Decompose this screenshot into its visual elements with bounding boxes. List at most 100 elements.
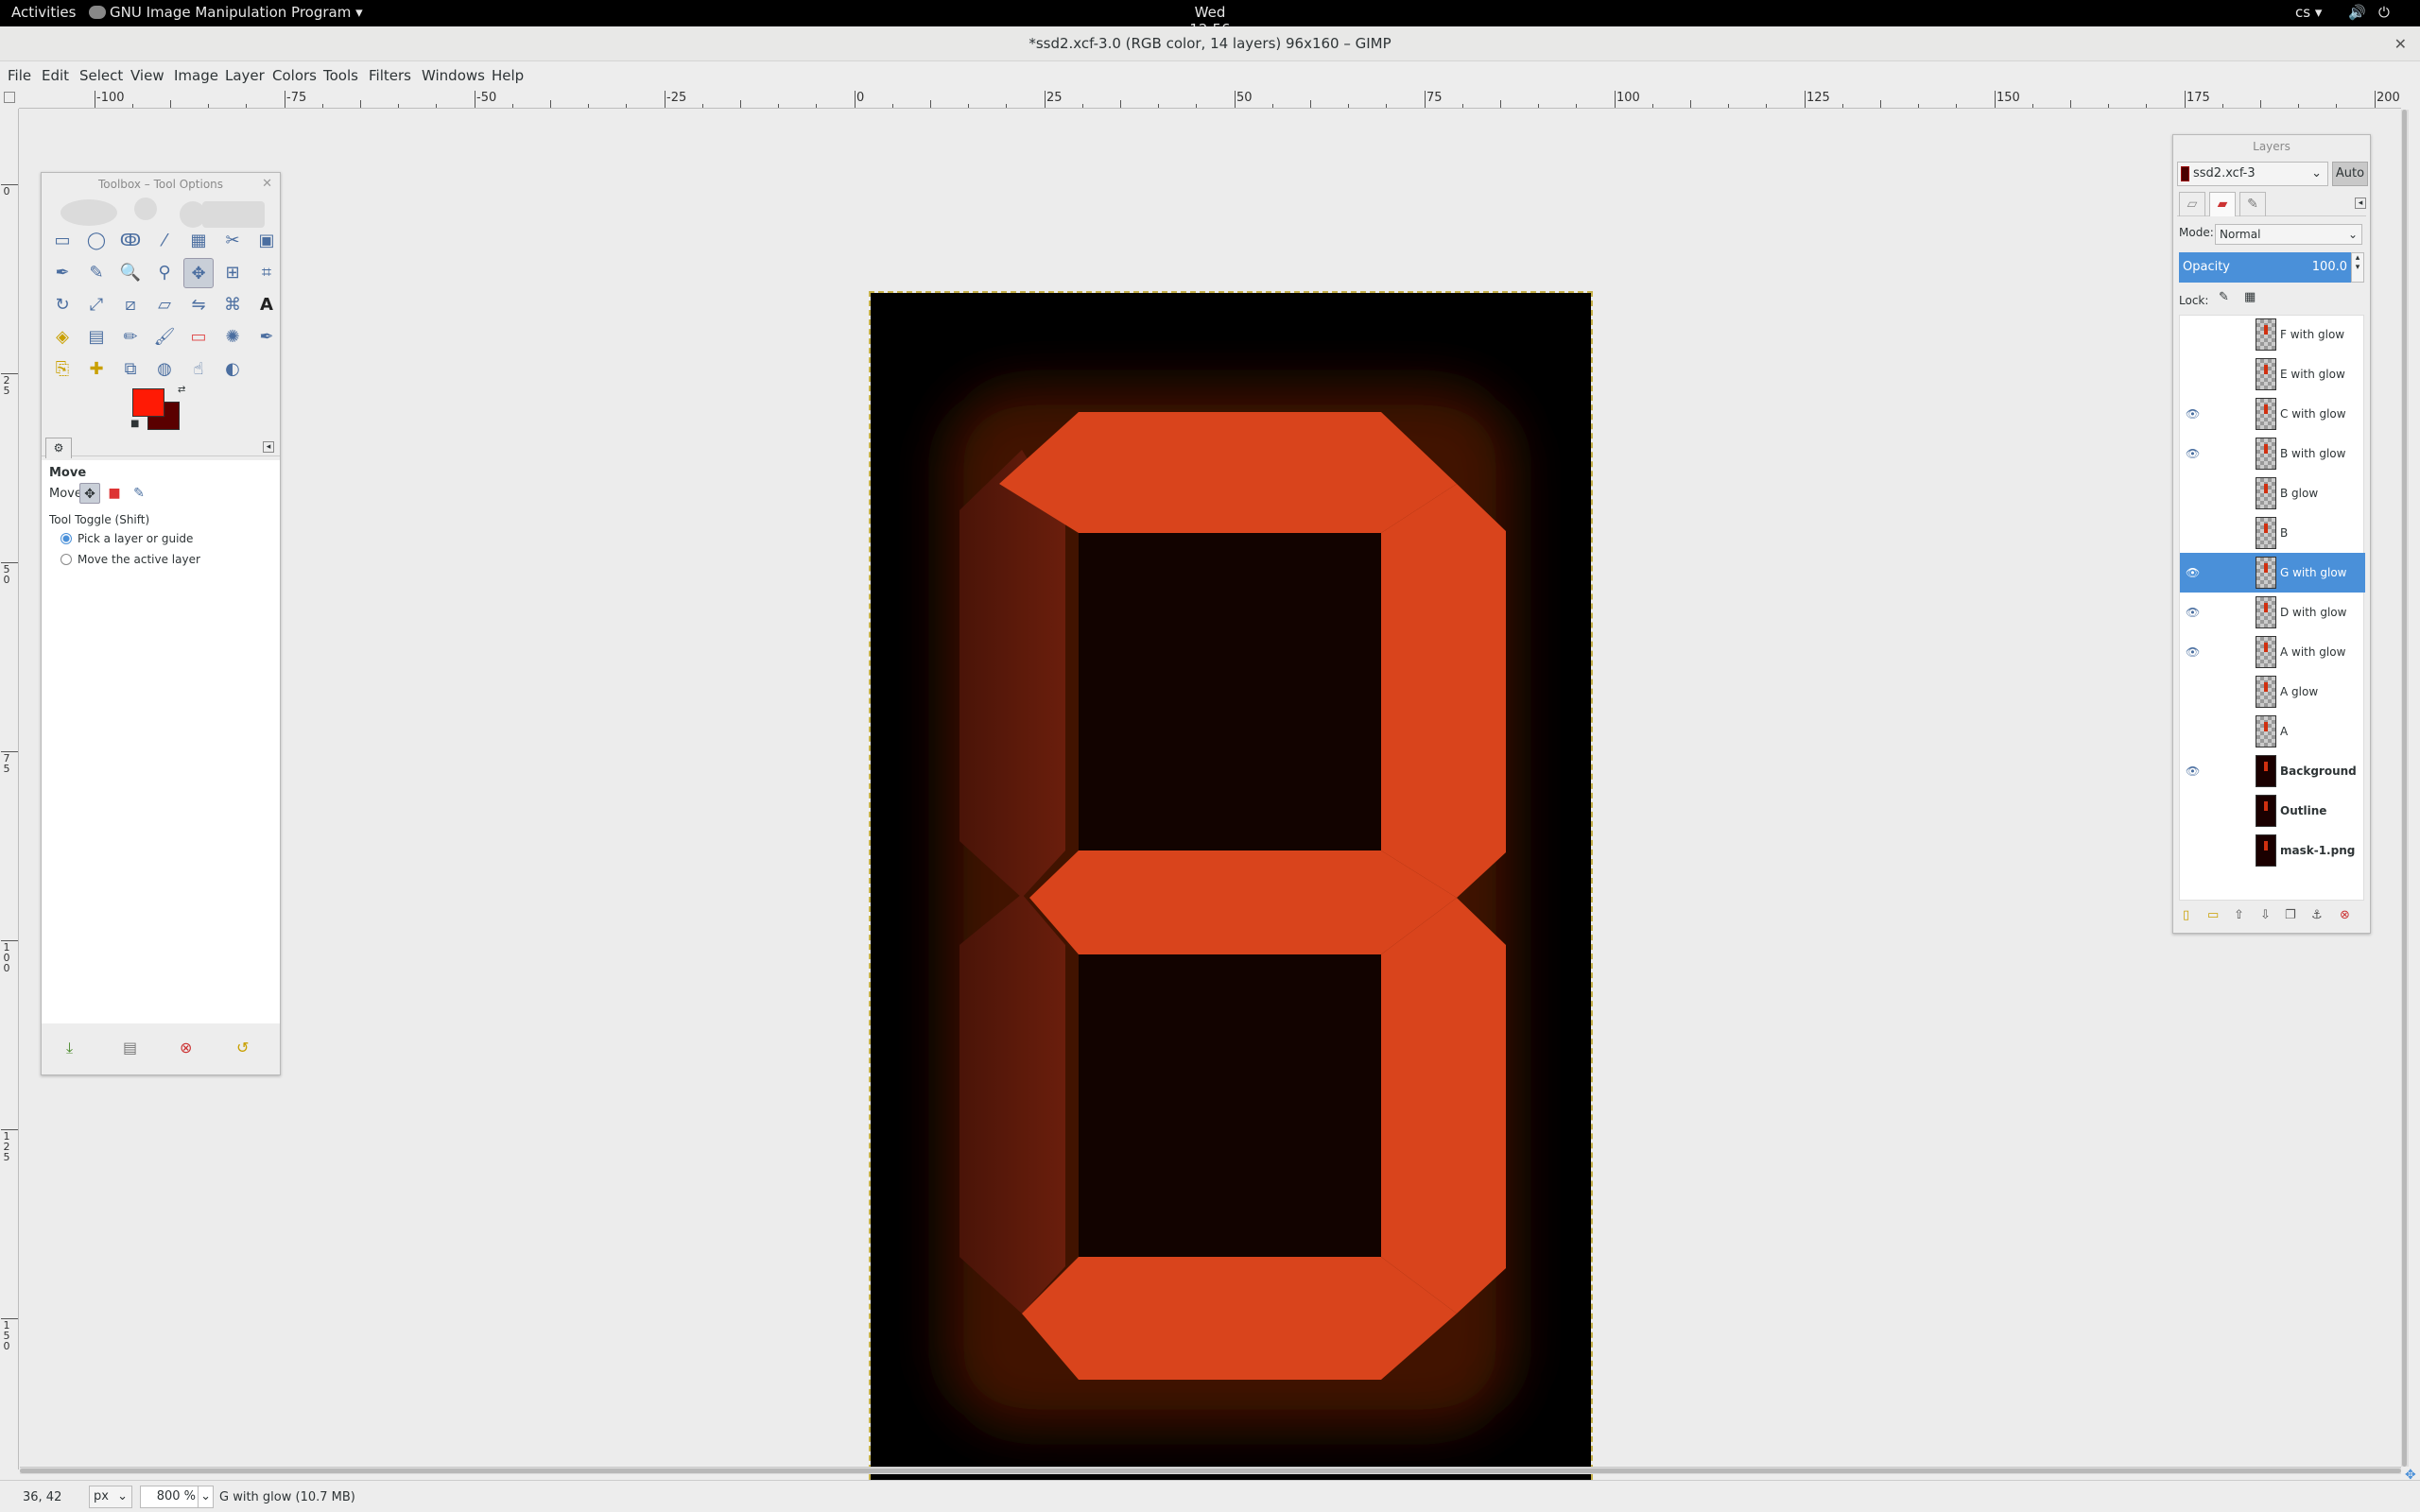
move-selection-mode-icon[interactable]: ■ <box>104 483 125 504</box>
menu-file[interactable]: File <box>8 67 31 84</box>
wilber-dropzone[interactable] <box>51 194 268 228</box>
layer-row[interactable]: Outline <box>2180 791 2365 831</box>
ink-icon[interactable]: ✒ <box>251 322 282 352</box>
tool-options-tab[interactable]: ⚙ <box>45 438 72 458</box>
perspective-clone-icon[interactable]: ⧉ <box>115 354 146 385</box>
toolbox-close-icon[interactable]: ✕ <box>262 177 272 191</box>
close-window-icon[interactable]: ✕ <box>2394 26 2407 61</box>
raise-layer-icon[interactable]: ⇧ <box>2234 908 2244 922</box>
opacity-spinner[interactable]: ▴ ▾ <box>2351 252 2364 283</box>
tab-channels-icon[interactable]: ▰ <box>2209 192 2236 216</box>
ellipse-select-icon[interactable]: ◯ <box>81 226 112 256</box>
mode-select[interactable]: Normal ⌄ <box>2215 224 2362 245</box>
new-group-icon[interactable]: ▭ <box>2207 908 2219 922</box>
visibility-eye-icon[interactable]: 👁 <box>2186 566 2201 579</box>
menu-edit[interactable]: Edit <box>42 67 69 84</box>
horizontal-scrollbar[interactable] <box>20 1467 2401 1474</box>
lock-alpha-icon[interactable]: ▦ <box>2244 290 2256 304</box>
scale-icon[interactable]: ⤢ <box>81 290 112 320</box>
shear-icon[interactable]: ⧄ <box>115 290 146 320</box>
volume-icon[interactable]: 🔊 <box>2348 4 2366 21</box>
unit-select[interactable]: px ⌄ <box>89 1486 132 1508</box>
duplicate-layer-icon[interactable]: ❐ <box>2285 908 2296 922</box>
airbrush-icon[interactable]: ✺ <box>217 322 248 352</box>
dock-config-icon[interactable]: ◂ <box>263 441 274 453</box>
eraser-icon[interactable]: ▭ <box>183 322 214 352</box>
delete-layer-icon[interactable]: ⊗ <box>2340 908 2350 922</box>
canvas-area[interactable]: Toolbox – Tool Options ✕ ▭ ◯ ↂ ⁄ ▦ ✂ ▣ ✒ ✎ 🔍 ⚲ ✥ ⊞ ⌗ ↻… <box>20 110 2401 1499</box>
layer-row[interactable]: B glow <box>2180 473 2365 513</box>
paths-icon[interactable]: ✒ <box>47 258 78 288</box>
layer-row[interactable]: A <box>2180 712 2365 751</box>
keyboard-layout[interactable]: cs ▾ <box>2295 4 2322 21</box>
heal-icon[interactable]: ✚ <box>81 354 112 385</box>
layer-row[interactable]: A glow <box>2180 672 2365 712</box>
menu-layer[interactable]: Layer <box>225 67 265 84</box>
layer-row[interactable]: mask-1.png <box>2180 831 2365 870</box>
default-colors-icon[interactable]: ■ <box>130 419 139 429</box>
pencil-icon[interactable]: ✏ <box>115 322 146 352</box>
move-path-mode-icon[interactable]: ✎ <box>129 483 149 504</box>
anchor-layer-icon[interactable]: ⚓ <box>2311 908 2323 922</box>
visibility-eye-icon[interactable]: 👁 <box>2186 765 2201 778</box>
menu-image[interactable]: Image <box>174 67 218 84</box>
measure-icon[interactable]: ⚲ <box>149 258 180 288</box>
vertical-scrollbar[interactable] <box>2401 110 2409 1467</box>
auto-button[interactable]: Auto <box>2332 162 2368 186</box>
visibility-eye-icon[interactable]: 👁 <box>2186 645 2201 659</box>
color-select-icon[interactable]: ▦ <box>183 226 214 256</box>
horizontal-scroll-thumb[interactable] <box>20 1469 2401 1473</box>
move-icon[interactable]: ✥ <box>183 258 214 288</box>
visibility-eye-icon[interactable]: 👁 <box>2186 407 2201 421</box>
menu-view[interactable]: View <box>130 67 164 84</box>
menu-help[interactable]: Help <box>492 67 524 84</box>
opacity-slider[interactable]: Opacity 100.0 <box>2179 252 2351 283</box>
blur-icon[interactable]: ◍ <box>149 354 180 385</box>
dodge-burn-icon[interactable]: ◐ <box>217 354 248 385</box>
zoom-icon[interactable]: 🔍 <box>115 258 146 288</box>
foreground-color-swatch[interactable] <box>132 388 164 417</box>
layer-row[interactable]: 👁 G with glow <box>2180 553 2365 593</box>
quick-mask-toggle[interactable] <box>4 92 15 103</box>
lower-layer-icon[interactable]: ⇩ <box>2260 908 2271 922</box>
align-icon[interactable]: ⊞ <box>217 258 248 288</box>
rect-select-icon[interactable]: ▭ <box>47 226 78 256</box>
layer-row[interactable]: B <box>2180 513 2365 553</box>
pick-layer-radio[interactable]: Pick a layer or guide <box>60 532 193 545</box>
visibility-eye-icon[interactable]: 👁 <box>2186 606 2201 619</box>
layer-row[interactable]: E with glow <box>2180 354 2365 394</box>
layer-row[interactable]: 👁 A with glow <box>2180 632 2365 672</box>
vertical-scroll-thumb[interactable] <box>2402 110 2407 1467</box>
layer-row[interactable]: 👁 D with glow <box>2180 593 2365 632</box>
image-selector[interactable]: ssd2.xcf-3 ⌄ <box>2177 162 2328 186</box>
zoom-select[interactable]: 800 % ⌄ <box>140 1486 214 1508</box>
smudge-icon[interactable]: ☝ <box>183 354 214 385</box>
foreground-select-icon[interactable]: ▣ <box>251 226 282 256</box>
menu-select[interactable]: Select <box>79 67 123 84</box>
lock-pixels-icon[interactable]: ✎ <box>2219 290 2229 304</box>
rotate-icon[interactable]: ↻ <box>47 290 78 320</box>
menu-colors[interactable]: Colors <box>272 67 317 84</box>
fuzzy-select-icon[interactable]: ⁄ <box>149 226 180 256</box>
tab-paths-icon[interactable]: ✎ <box>2239 192 2266 216</box>
save-options-icon[interactable]: ⤓ <box>66 1039 73 1057</box>
delete-options-icon[interactable]: ⊗ <box>180 1039 192 1057</box>
flip-icon[interactable]: ⇋ <box>183 290 214 320</box>
activities-button[interactable]: Activities <box>11 4 76 21</box>
vertical-ruler[interactable]: 0 25 50 75 100 125 150 <box>0 109 19 1469</box>
image-canvas[interactable] <box>869 291 1593 1499</box>
menu-windows[interactable]: Windows <box>422 67 485 84</box>
blend-icon[interactable]: ▤ <box>81 322 112 352</box>
move-active-layer-radio[interactable]: Move the active layer <box>60 553 200 566</box>
new-layer-icon[interactable]: ▯ <box>2183 908 2189 922</box>
menu-tools[interactable]: Tools <box>323 67 358 84</box>
free-select-icon[interactable]: ↂ <box>115 226 146 256</box>
bucket-fill-icon[interactable]: ◈ <box>47 322 78 352</box>
horizontal-ruler[interactable]: -100 -75 -50 -25 0 25 50 75 100 125 150 175 200 <box>19 90 2401 109</box>
scissors-icon[interactable]: ✂ <box>217 226 248 256</box>
power-icon[interactable]: ⏻ <box>2378 4 2390 21</box>
tab-layers-icon[interactable]: ▱ <box>2179 192 2205 216</box>
layer-row[interactable]: 👁 Background <box>2180 751 2365 791</box>
app-menu[interactable]: GNU Image Manipulation Program ▾ <box>89 4 363 21</box>
perspective-icon[interactable]: ▱ <box>149 290 180 320</box>
